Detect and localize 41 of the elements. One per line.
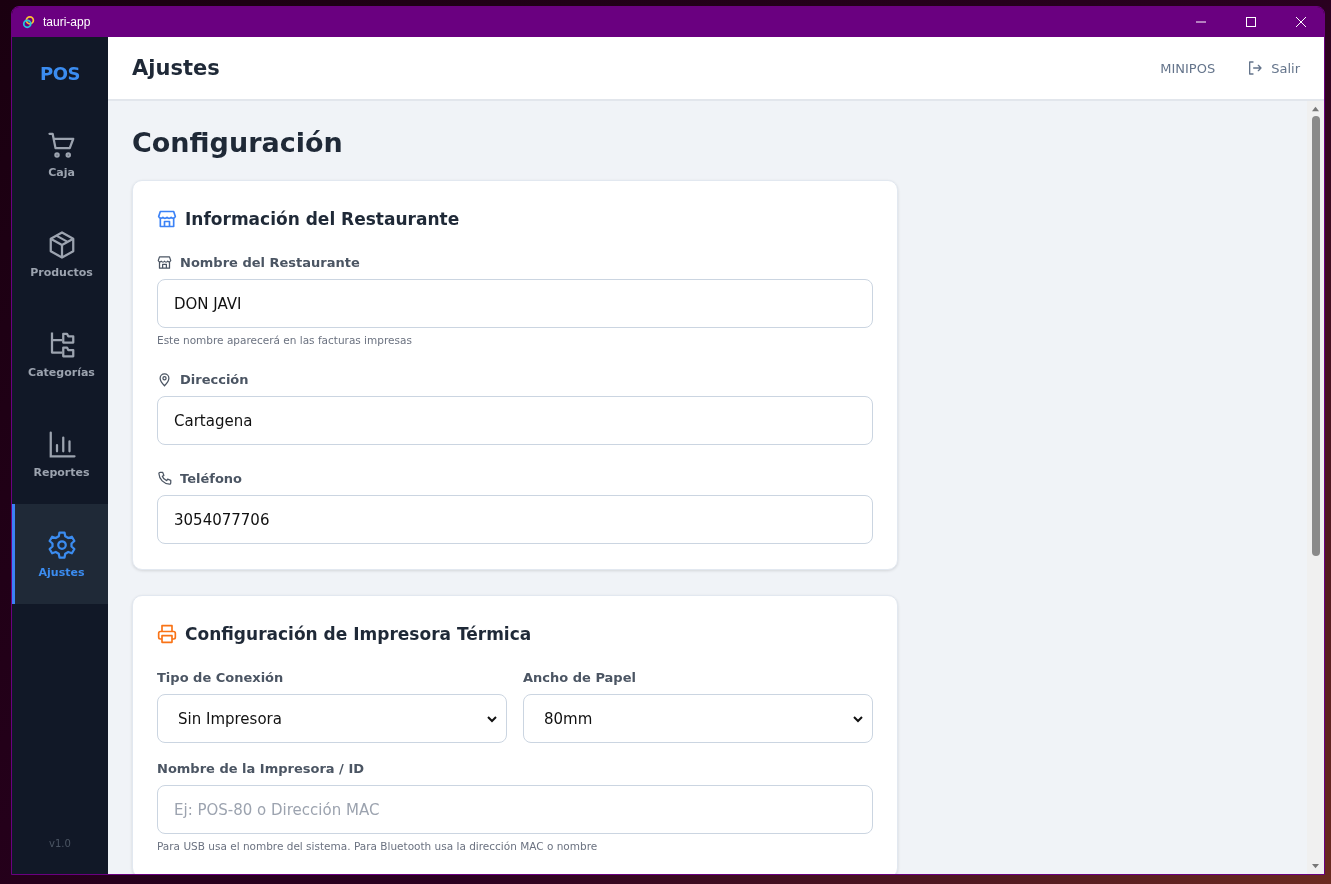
printer-icon bbox=[157, 624, 177, 644]
field-label: Ancho de Papel bbox=[523, 670, 636, 685]
nav-item[interactable]: Productos bbox=[12, 204, 108, 304]
header-title: Ajustes bbox=[132, 56, 220, 80]
app-logo-icon bbox=[22, 15, 36, 29]
maximize-icon[interactable] bbox=[1246, 17, 1256, 27]
field-hint: Para USB usa el nombre del sistema. Para Bluetooth usa la dirección MAC o nombre bbox=[157, 840, 599, 852]
nav-item[interactable]: Reportes bbox=[12, 404, 108, 504]
page-title: Configuración bbox=[132, 127, 344, 158]
pin-icon bbox=[157, 372, 172, 387]
version-label: v1.0 bbox=[48, 838, 72, 851]
field-label: Tipo de Conexión bbox=[157, 670, 284, 685]
text-field[interactable]: 3054077706 bbox=[157, 495, 873, 544]
field-label: Dirección bbox=[180, 372, 249, 387]
store-icon bbox=[157, 255, 172, 270]
close-icon[interactable] bbox=[1296, 17, 1306, 27]
scrollbar[interactable] bbox=[1307, 101, 1324, 874]
nav-item[interactable]: Categorías bbox=[12, 304, 108, 404]
store-icon bbox=[157, 209, 177, 229]
field-label: Nombre de la Impresora / ID bbox=[157, 761, 365, 776]
text-field[interactable]: Ej: POS-80 o Dirección MAC bbox=[157, 785, 873, 834]
app-name: MINIPOS bbox=[1160, 60, 1216, 76]
field-label: Teléfono bbox=[180, 471, 242, 486]
window-title: tauri-app bbox=[43, 15, 91, 29]
text-field[interactable]: DON JAVI bbox=[157, 279, 873, 328]
sidebar-brand: POS bbox=[39, 62, 81, 86]
scroll-down-icon[interactable] bbox=[1311, 863, 1320, 870]
logout-icon[interactable] bbox=[1247, 60, 1264, 76]
field-hint: Este nombre aparecerá en las facturas impresas bbox=[157, 334, 413, 346]
section-title: Configuración de Impresora Térmica bbox=[185, 624, 532, 644]
nav-item[interactable]: Ajustes bbox=[12, 504, 108, 604]
nav-item[interactable]: Caja bbox=[12, 104, 108, 204]
logout-button[interactable]: Salir bbox=[1247, 60, 1300, 76]
phone-icon bbox=[157, 471, 172, 486]
section-title: Información del Restaurante bbox=[185, 209, 460, 229]
gear-icon bbox=[46, 529, 77, 560]
field-label: Nombre del Restaurante bbox=[180, 255, 360, 270]
select-field[interactable]: Sin Impresora bbox=[157, 694, 507, 743]
scroll-up-icon[interactable] bbox=[1311, 105, 1320, 112]
text-field[interactable]: Cartagena bbox=[157, 396, 873, 445]
select-field[interactable]: 80mm bbox=[523, 694, 873, 743]
